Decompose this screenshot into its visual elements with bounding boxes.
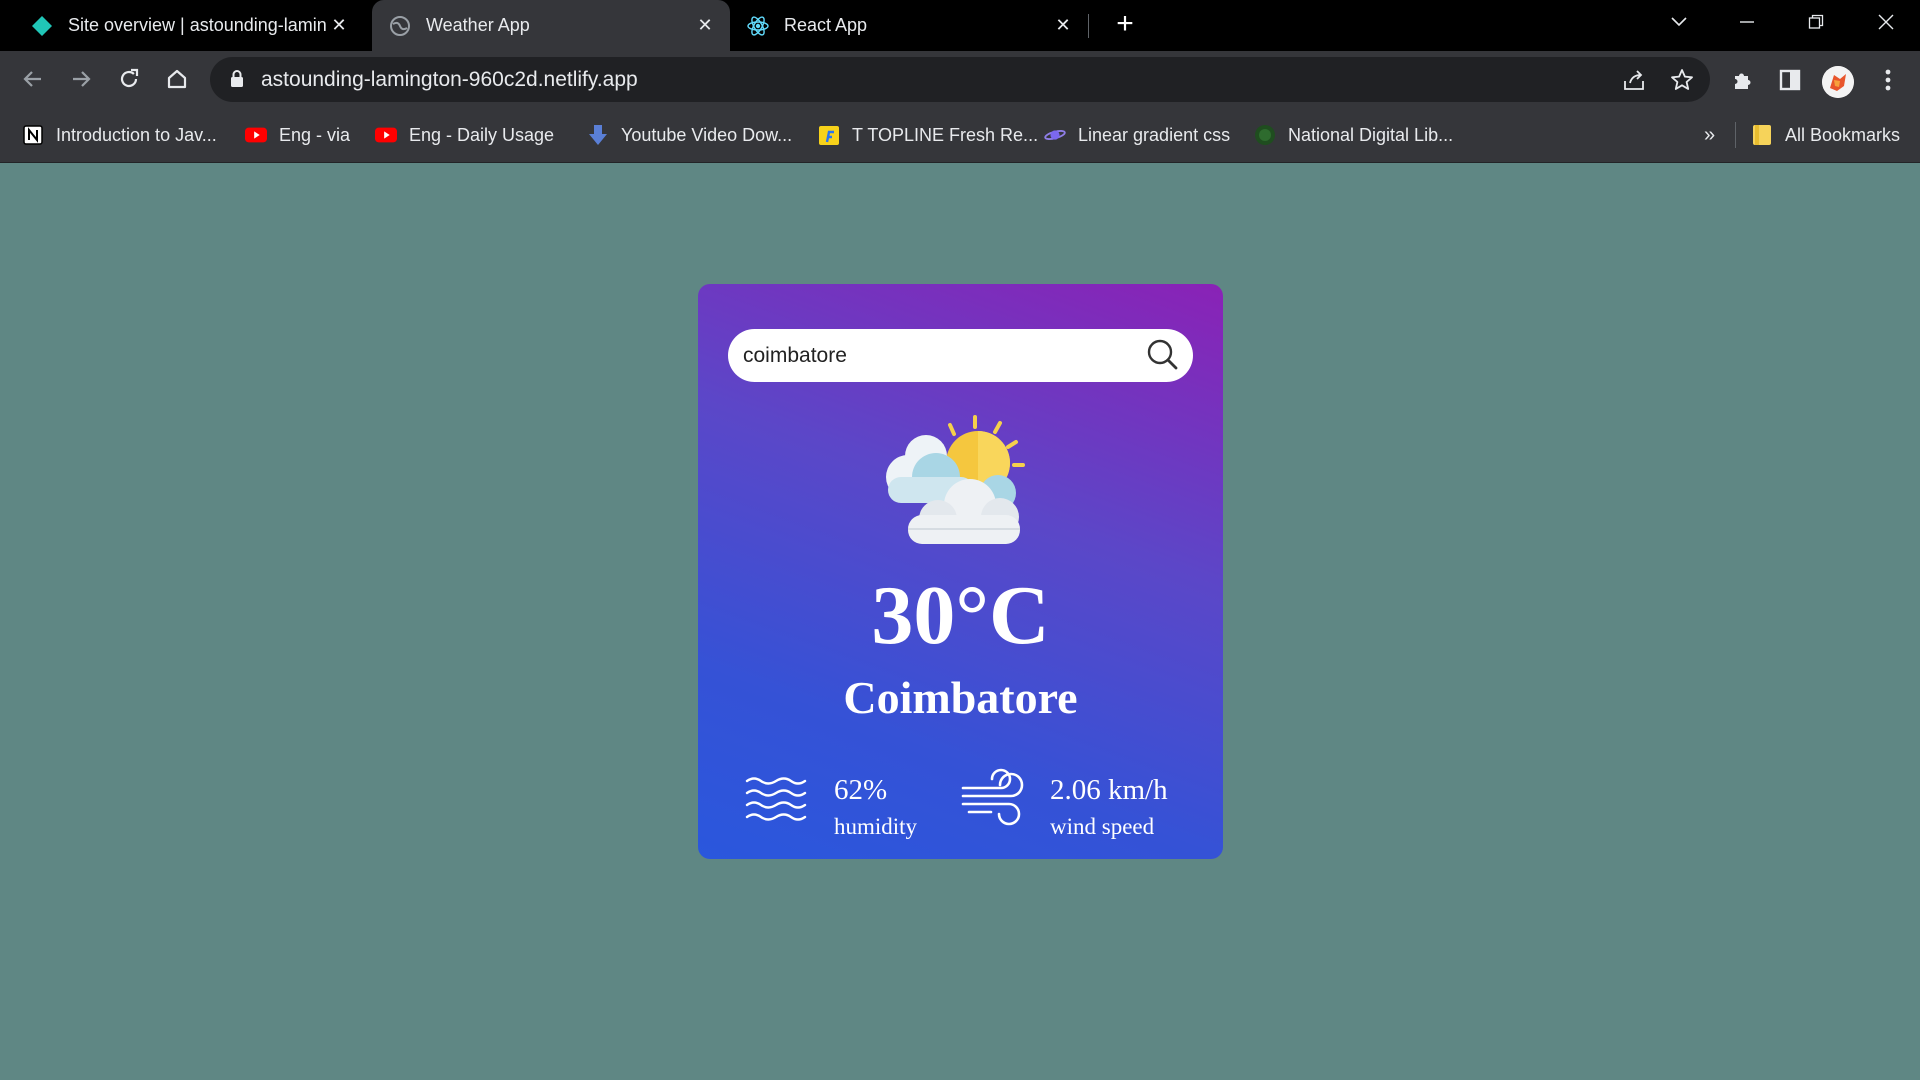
bookmark-item[interactable]: Introduction to Jav... xyxy=(22,122,217,148)
minimize-button[interactable] xyxy=(1727,4,1767,40)
react-icon xyxy=(746,14,770,38)
search-bar xyxy=(728,329,1193,382)
bookmark-item[interactable]: Youtube Video Dow... xyxy=(587,122,792,148)
flipkart-icon xyxy=(818,124,840,146)
humidity-stat: 62% humidity xyxy=(745,772,945,842)
youtube-icon xyxy=(245,124,267,146)
city-name: Coimbatore xyxy=(843,672,1078,723)
download-arrow-icon xyxy=(587,124,609,146)
globe-icon xyxy=(1254,124,1276,146)
tab-title: React App xyxy=(784,15,868,35)
bookmark-label: Eng - Daily Usage xyxy=(409,124,555,145)
overflow-label: » xyxy=(1704,123,1716,146)
all-bookmarks-button[interactable]: All Bookmarks xyxy=(1751,122,1900,148)
globe-icon xyxy=(388,14,412,38)
tab-weather-app[interactable]: Weather App ✕ xyxy=(372,0,730,51)
bookmark-label: National Digital Lib... xyxy=(1288,124,1454,145)
bookmark-item[interactable]: Eng - Daily Usage xyxy=(375,122,554,148)
bookmark-label: T TOPLINE Fresh Re... xyxy=(852,124,1039,145)
tab-react-app[interactable]: React App ✕ xyxy=(730,0,1088,51)
folder-icon xyxy=(1751,124,1773,146)
humidity-label: humidity xyxy=(834,814,918,839)
bookmarks-separator xyxy=(1735,122,1736,148)
menu-kebab-icon[interactable] xyxy=(1875,67,1901,93)
share-icon[interactable] xyxy=(1622,68,1646,92)
new-tab-button[interactable]: + xyxy=(1108,8,1142,42)
humidity-value: 62% xyxy=(834,774,888,806)
bookmark-label: Eng - via xyxy=(279,124,351,145)
side-panel-icon[interactable] xyxy=(1777,67,1803,93)
close-tab-icon[interactable]: ✕ xyxy=(1052,14,1074,36)
wind-speed-value: 2.06 km/h xyxy=(1050,774,1168,806)
tab-separator xyxy=(1088,14,1089,38)
netlify-icon xyxy=(30,14,54,38)
close-tab-icon[interactable]: ✕ xyxy=(328,14,350,36)
bookmark-label: Introduction to Jav... xyxy=(56,124,217,145)
tab-title: Site overview | astounding-lamin xyxy=(68,15,327,35)
search-icon[interactable] xyxy=(1143,336,1181,374)
weather-card: 30°C Coimbatore 62% humidity xyxy=(698,284,1223,859)
bookmark-item[interactable]: Eng - via xyxy=(245,122,350,148)
close-window-button[interactable] xyxy=(1866,4,1906,40)
bookmark-label: Linear gradient css xyxy=(1078,124,1231,145)
bookmark-label: Youtube Video Dow... xyxy=(621,124,793,145)
restore-button[interactable] xyxy=(1796,4,1836,40)
bookmarks-bar: Introduction to Jav... Eng - via Eng - D… xyxy=(0,108,1920,163)
address-bar[interactable]: astounding-lamington-960c2d.netlify.app xyxy=(210,57,1710,102)
youtube-icon xyxy=(375,124,397,146)
wind-speed-label: wind speed xyxy=(1050,814,1155,839)
city-search-input[interactable] xyxy=(743,342,1123,370)
back-button[interactable] xyxy=(15,61,51,97)
wind-stat: 2.06 km/h wind speed xyxy=(961,768,1211,842)
humidity-waves-icon xyxy=(745,775,807,834)
bookmark-item[interactable]: Linear gradient css xyxy=(1044,122,1230,148)
home-button[interactable] xyxy=(159,61,195,97)
close-tab-icon[interactable]: ✕ xyxy=(694,14,716,36)
sun-behind-clouds-icon xyxy=(878,409,1038,549)
bookmark-star-icon[interactable] xyxy=(1670,68,1694,92)
bookmarks-overflow-button[interactable]: » xyxy=(1704,122,1715,148)
forward-button[interactable] xyxy=(63,61,99,97)
url-text[interactable]: astounding-lamington-960c2d.netlify.app xyxy=(261,68,638,92)
tab-strip: Site overview | astounding-lamin ✕ Weath… xyxy=(0,0,1920,51)
tab-site-overview[interactable]: Site overview | astounding-lamin ✕ xyxy=(0,0,364,51)
bookmark-item[interactable]: National Digital Lib... xyxy=(1254,122,1453,148)
wind-icon xyxy=(961,766,1025,835)
lock-icon[interactable] xyxy=(230,70,244,93)
all-bookmarks-label: All Bookmarks xyxy=(1785,124,1901,145)
planet-icon xyxy=(1044,124,1066,146)
tab-title: Weather App xyxy=(426,15,530,35)
notion-icon xyxy=(22,124,44,146)
reload-button[interactable] xyxy=(111,61,147,97)
tab-search-icon[interactable] xyxy=(1659,4,1699,40)
bookmark-item[interactable]: T TOPLINE Fresh Re... xyxy=(818,122,1038,148)
extensions-puzzle-icon[interactable] xyxy=(1730,67,1756,93)
browser-toolbar: astounding-lamington-960c2d.netlify.app xyxy=(0,51,1920,108)
temperature: 30°C xyxy=(871,569,1050,662)
profile-avatar[interactable] xyxy=(1822,66,1854,98)
